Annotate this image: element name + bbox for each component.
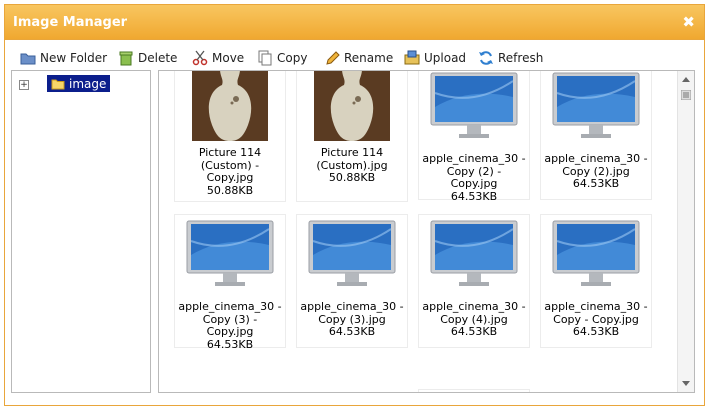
vase-photo-thumbnail <box>314 71 390 141</box>
move-button[interactable]: Move <box>192 48 244 68</box>
file-tile[interactable]: apple_cinema_30 - Copy (2).jpg 64.53KB <box>540 71 652 200</box>
file-size: 64.53KB <box>450 189 498 203</box>
file-tile[interactable]: apple_cinema_30 - Copy (3).jpg 64.53KB <box>296 214 408 348</box>
expand-toggle[interactable]: + <box>19 80 29 90</box>
file-name: apple_cinema_30 - Copy (3) - Copy.jpg <box>178 300 282 338</box>
trash-icon <box>119 51 133 66</box>
folder-icon <box>20 53 36 65</box>
file-size: 50.88KB <box>328 171 376 184</box>
refresh-icon <box>479 51 493 65</box>
vertical-scrollbar[interactable] <box>677 71 694 392</box>
scissors-icon <box>192 50 208 66</box>
title-bar: Image Manager ✖ <box>5 5 704 40</box>
upload-button[interactable]: Upload <box>404 48 466 68</box>
copy-button[interactable]: Copy <box>257 48 307 68</box>
rename-button[interactable]: Rename <box>324 48 393 68</box>
file-size: 64.53KB <box>572 177 620 190</box>
folder-icon <box>51 79 65 89</box>
scroll-down-icon[interactable] <box>682 381 690 386</box>
refresh-label: Refresh <box>498 51 544 65</box>
file-tile[interactable]: apple_cinema_30 - Copy (2) - Copy.jpg 64.… <box>418 71 530 202</box>
file-name: Picture 114 (Custom) - Copy.jpg <box>198 146 262 184</box>
upload-label: Upload <box>424 51 467 65</box>
file-size: 64.53KB <box>328 325 376 338</box>
copy-label: Copy <box>277 51 308 65</box>
file-name: apple_cinema_30 - Copy (2).jpg <box>544 152 648 178</box>
file-tile[interactable] <box>418 389 530 392</box>
file-size: 64.53KB <box>572 325 620 338</box>
file-name: apple_cinema_30 - Copy - Copy.jpg <box>544 300 648 326</box>
file-tile[interactable]: Picture 114 (Custom) - Copy.jpg 50.88KB <box>174 71 286 202</box>
new-folder-label: New Folder <box>40 51 108 65</box>
tree-node-image[interactable]: image <box>47 75 111 92</box>
scroll-grip-icon[interactable] <box>681 90 691 100</box>
monitor-thumbnail <box>552 72 640 138</box>
file-size: 64.53KB <box>206 337 254 351</box>
file-size: 50.88KB <box>206 183 254 197</box>
folder-tree: + image <box>11 70 151 393</box>
monitor-thumbnail <box>430 72 518 138</box>
file-tile[interactable]: apple_cinema_30 - Copy (3) - Copy.jpg 64.… <box>174 214 286 350</box>
move-label: Move <box>212 51 245 65</box>
delete-button[interactable]: Delete <box>118 48 177 68</box>
rename-label: Rename <box>344 51 394 65</box>
file-grid: Picture 114 (Custom) - Copy.jpg 50.88KB Pi… <box>158 70 695 393</box>
monitor-thumbnail <box>430 220 518 286</box>
file-tile[interactable]: Picture 114 (Custom).jpg 50.88KB <box>296 71 408 202</box>
copy-icon <box>258 50 272 66</box>
file-tile[interactable]: apple_cinema_30 - Copy (4).jpg 64.53KB <box>418 214 530 348</box>
close-icon[interactable]: ✖ <box>682 13 695 31</box>
file-size: 64.53KB <box>450 325 498 338</box>
file-name: apple_cinema_30 - Copy (4).jpg <box>422 300 526 326</box>
tree-node-label: image <box>69 76 107 91</box>
pencil-icon <box>326 51 340 65</box>
file-name: apple_cinema_30 - Copy (3).jpg <box>300 300 404 326</box>
monitor-thumbnail <box>552 220 640 286</box>
dialog-title: Image Manager <box>13 15 128 30</box>
refresh-button[interactable]: Refresh <box>478 48 543 68</box>
scroll-up-icon[interactable] <box>682 77 690 82</box>
monitor-thumbnail <box>308 220 396 286</box>
monitor-thumbnail <box>186 220 274 286</box>
vase-photo-thumbnail <box>192 71 268 141</box>
delete-label: Delete <box>138 51 178 65</box>
file-name: Picture 114 (Custom).jpg <box>316 146 388 172</box>
file-name: apple_cinema_30 - Copy (2) - Copy.jpg <box>422 152 526 190</box>
new-folder-button[interactable]: New Folder <box>20 48 107 68</box>
toolbar: New Folder Delete Move Copy Rename Uploa… <box>5 40 704 72</box>
file-tile[interactable]: apple_cinema_30 - Copy - Copy.jpg 64.53KB <box>540 214 652 348</box>
upload-icon <box>404 50 420 65</box>
